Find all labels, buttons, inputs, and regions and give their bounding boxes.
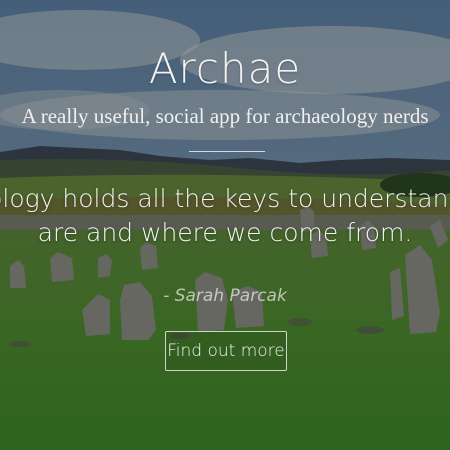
app-title: Archae [148, 44, 302, 93]
hero-quote-line-2: are and where we come from. [37, 218, 413, 247]
find-out-more-button[interactable]: Find out more [165, 331, 287, 371]
quote-attribution: - Sarah Parcak [163, 286, 287, 306]
app-tagline: A really useful, social app for archaeol… [21, 104, 429, 128]
hero-section: Archae A really useful, social app for a… [0, 0, 450, 450]
hero-divider [189, 151, 265, 152]
hero-quote-line-1: Archaeology holds all the keys to unders… [0, 184, 450, 213]
hero-quote: Archaeology holds all the keys to unders… [0, 182, 450, 250]
